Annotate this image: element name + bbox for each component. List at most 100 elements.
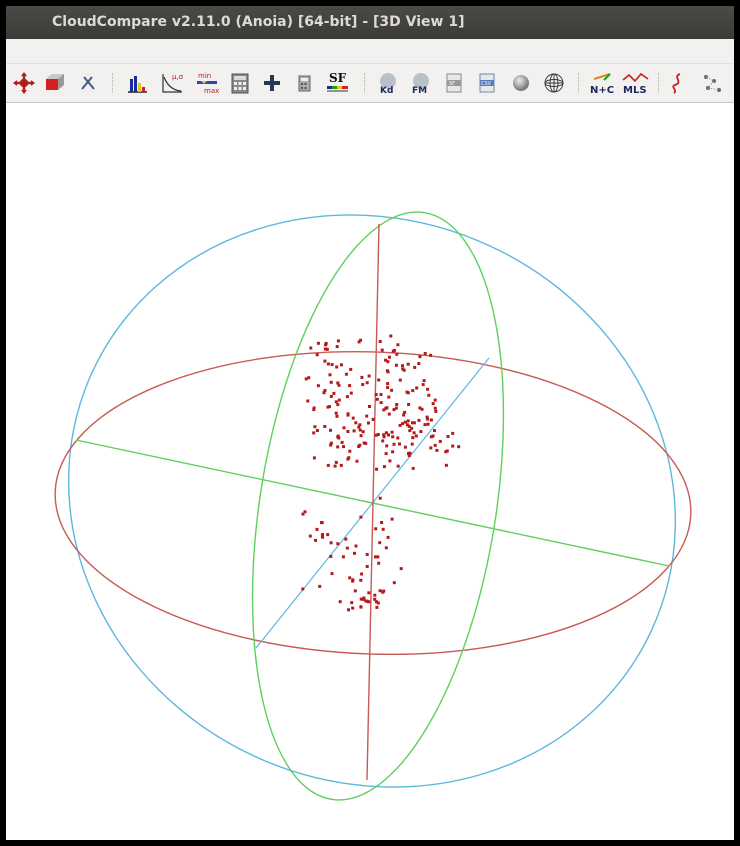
calculator-icon[interactable]	[292, 71, 316, 95]
cloud-point	[334, 400, 338, 404]
cloud-point	[337, 436, 341, 440]
cloud-point	[433, 429, 436, 433]
cloud-point	[316, 341, 320, 345]
cloud-point	[346, 412, 350, 416]
cloud-point	[352, 429, 356, 433]
cloud-point	[314, 538, 317, 542]
cloud-point	[451, 444, 455, 448]
cloud-point	[388, 459, 392, 463]
cloud-point	[402, 368, 406, 372]
cloud-point	[329, 380, 333, 384]
cloud-point	[378, 589, 382, 593]
cloud-point	[375, 605, 379, 609]
cloud-point	[405, 423, 409, 427]
cloud-point	[389, 334, 393, 338]
cloud-point	[307, 376, 311, 380]
cloud-point	[421, 383, 425, 387]
cloud-point	[322, 391, 326, 395]
histogram-icon[interactable]	[125, 71, 149, 95]
cloud-point	[446, 435, 450, 438]
cloud-point	[387, 433, 390, 437]
cloud-point	[362, 596, 366, 600]
cloud-point	[396, 436, 400, 440]
cloud-point	[398, 423, 402, 427]
cloud-point	[444, 463, 448, 467]
cloud-point	[358, 428, 362, 432]
cloud-point	[365, 553, 369, 556]
scalar-field-calculator-icon[interactable]	[228, 71, 252, 95]
export-csv-icon[interactable]: CSV	[475, 71, 499, 95]
cloud-point	[379, 393, 383, 396]
compute-normals-icon[interactable]: N+C	[588, 71, 618, 95]
y-axis-circle	[67, 214, 677, 788]
cloud-point	[333, 464, 337, 468]
sf-color-scale-icon[interactable]: SF	[324, 71, 352, 95]
translate-rotate-icon[interactable]	[12, 71, 36, 95]
cloud-point	[320, 534, 324, 538]
cloud-point	[396, 343, 400, 347]
cloud-point	[367, 374, 371, 378]
wireframe-sphere-icon[interactable]	[542, 71, 566, 95]
cloud-point	[451, 431, 455, 435]
fit-distribution-icon[interactable]: μ,σ	[160, 71, 184, 95]
cloud-point	[418, 355, 422, 359]
menu-bar	[6, 39, 734, 64]
cloud-point	[398, 442, 401, 446]
cloud-point	[326, 533, 330, 537]
cloud-point	[414, 434, 418, 438]
curve-icon[interactable]	[666, 71, 690, 95]
cloud-point	[334, 460, 338, 464]
cloud-point	[419, 430, 423, 433]
cloud-point	[413, 365, 417, 369]
cloud-point	[434, 409, 438, 413]
cloud-point	[312, 431, 316, 435]
export-sf-icon[interactable]: SF	[442, 71, 466, 95]
cloud-point	[365, 565, 369, 568]
3d-view-canvas[interactable]	[6, 103, 734, 840]
cloud-point	[339, 463, 343, 467]
cloud-point	[381, 527, 385, 531]
cloud-point	[344, 372, 348, 376]
sphere-shading-icon[interactable]	[509, 71, 533, 95]
3d-view[interactable]	[6, 103, 734, 840]
cloud-point	[326, 405, 330, 409]
cloud-point	[385, 444, 389, 448]
cloud-point	[412, 421, 416, 425]
cloud-point	[390, 517, 394, 521]
fm-icon[interactable]: FM	[409, 71, 433, 95]
cloud-point	[359, 605, 363, 609]
cloud-point	[433, 406, 437, 410]
cloud-point	[382, 465, 386, 469]
cloud-point	[381, 439, 385, 443]
svg-text:CSV: CSV	[481, 81, 492, 87]
cloud-point	[438, 439, 442, 443]
pick-points-icon[interactable]	[76, 71, 100, 95]
cloud-point	[386, 382, 390, 386]
point-cloud	[301, 334, 461, 612]
cloud-point	[309, 346, 313, 350]
cloud-point	[412, 431, 416, 435]
cloud-point	[315, 527, 319, 531]
cloud-point	[425, 415, 429, 419]
segment-icon[interactable]	[42, 71, 66, 95]
cloud-point	[336, 445, 340, 449]
cloud-point	[391, 450, 395, 454]
cloud-point	[359, 434, 363, 438]
cloud-point	[411, 436, 415, 440]
kd-tree-icon[interactable]: Kd	[376, 71, 400, 95]
mls-smoothing-icon[interactable]: MLS	[621, 71, 651, 95]
cloud-point	[387, 395, 391, 399]
filter-by-value-icon[interactable]: min max	[195, 71, 219, 95]
points-graph-icon[interactable]	[700, 71, 724, 95]
cloud-point	[411, 466, 415, 470]
cloud-point	[373, 593, 377, 597]
cloud-point	[426, 422, 430, 426]
cloud-point	[392, 581, 396, 585]
cloud-point	[415, 386, 419, 390]
cloud-point	[338, 600, 342, 604]
add-constant-sf-icon[interactable]	[260, 71, 284, 95]
cloud-point	[337, 398, 341, 402]
svg-text:SF: SF	[329, 71, 347, 85]
cloud-point	[359, 338, 363, 342]
cloud-point	[388, 355, 391, 359]
